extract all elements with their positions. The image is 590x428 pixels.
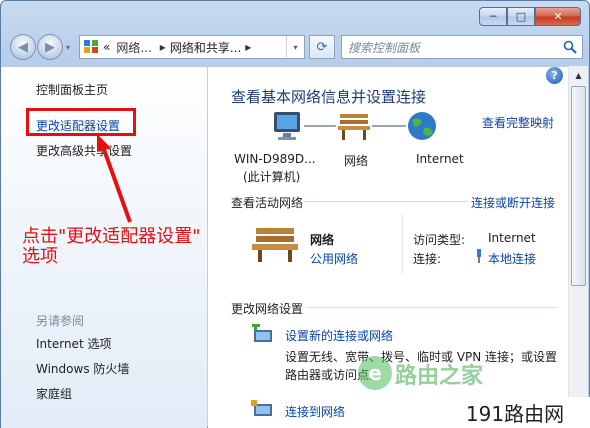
back-arrow-icon: ◀	[18, 39, 28, 55]
breadcrumb-chevron-icon[interactable]: ▸	[160, 40, 166, 54]
homegroup-link[interactable]: 家庭组	[36, 385, 72, 402]
annotation-arrow-icon	[97, 134, 132, 223]
minimize-button[interactable]: ─	[479, 7, 507, 26]
network-adapter-icon	[477, 249, 481, 263]
refresh-icon: ⟳	[316, 39, 328, 55]
annotation-text-line1: 点击"更改适配器设置"	[22, 226, 201, 247]
change-settings-heading: 更改网络设置	[231, 302, 304, 316]
forward-arrow-icon: ▶	[45, 39, 55, 55]
internet-globe-icon	[408, 112, 436, 140]
network-map	[274, 112, 436, 140]
help-icon[interactable]: ?	[546, 67, 563, 84]
maximize-button[interactable]: □	[507, 7, 535, 26]
back-button[interactable]: ◀	[10, 34, 36, 60]
breadcrumb-overflow[interactable]: «	[103, 40, 110, 54]
watermark-logo-icon: e	[358, 356, 392, 390]
scroll-up-icon[interactable]: ▲	[571, 68, 586, 83]
divider	[304, 201, 468, 202]
new-connection-icon	[252, 324, 272, 342]
network-type-link[interactable]: 公用网络	[310, 250, 358, 267]
map-node-network-label: 网络	[344, 154, 369, 168]
connect-to-network-link[interactable]: 连接到网络	[285, 403, 345, 420]
internet-options-link[interactable]: Internet 选项	[36, 335, 111, 352]
view-full-map-link[interactable]: 查看完整映射	[482, 114, 554, 131]
search-icon[interactable]	[563, 40, 577, 54]
recent-pages-button[interactable]: ▾	[66, 43, 70, 52]
scroll-thumb[interactable]	[571, 86, 586, 286]
divider	[402, 214, 403, 274]
connect-to-network-icon	[251, 400, 272, 416]
navigation-bar: ◀ ▶ ▾ « 网络... ▸ 网络和共享... ▸ ▾ ⟳ 搜索控制面板	[1, 31, 589, 63]
refresh-button[interactable]: ⟳	[309, 35, 335, 59]
forward-button[interactable]: ▶	[37, 34, 63, 60]
bench-network-icon	[338, 114, 370, 140]
windows-firewall-link[interactable]: Windows 防火墙	[36, 360, 129, 377]
access-type-value: Internet	[488, 231, 536, 245]
caption-buttons: ─ □ ✕	[479, 7, 581, 26]
search-placeholder: 搜索控制面板	[348, 40, 421, 55]
connect-disconnect-link[interactable]: 连接或断开连接	[471, 194, 555, 211]
breadcrumb-chevron-icon[interactable]: ▸	[245, 40, 251, 54]
annotation-text-line2: 选项	[22, 246, 58, 267]
see-also-heading: 另请参阅	[36, 314, 85, 328]
map-node-computer-sublabel: (此计算机)	[243, 170, 301, 184]
map-node-computer-label: WIN-D989D...	[234, 152, 316, 166]
vertical-scrollbar[interactable]: ▲	[568, 66, 588, 428]
address-bar[interactable]: « 网络... ▸ 网络和共享... ▸ ▾	[79, 35, 305, 59]
highlight-box	[26, 108, 136, 136]
search-input[interactable]: 搜索控制面板	[341, 35, 583, 59]
local-connection-link[interactable]: 本地连接	[488, 250, 536, 267]
breadcrumb-item-network[interactable]: 网络...	[116, 39, 151, 56]
access-type-label: 访问类型:	[413, 233, 466, 247]
connections-label: 连接:	[413, 252, 442, 266]
network-name: 网络	[310, 233, 335, 247]
map-node-internet-label: Internet	[416, 152, 464, 166]
control-panel-icon	[84, 40, 100, 54]
page-title: 查看基本网络信息并设置连接	[231, 88, 427, 106]
address-dropdown-button[interactable]: ▾	[286, 36, 304, 58]
active-networks-heading: 查看活动网络	[231, 196, 304, 210]
watermark-text: 路由之家	[395, 364, 484, 389]
bench-network-icon	[252, 228, 298, 262]
breadcrumb-item-sharing-center[interactable]: 网络和共享...	[170, 39, 241, 56]
divider	[306, 307, 556, 308]
control-panel-home-link[interactable]: 控制面板主页	[36, 81, 108, 98]
computer-icon	[274, 112, 300, 140]
close-button[interactable]: ✕	[535, 7, 581, 26]
brand-watermark: 191路由网	[440, 397, 590, 428]
setup-new-connection-link[interactable]: 设置新的连接或网络	[285, 327, 393, 344]
